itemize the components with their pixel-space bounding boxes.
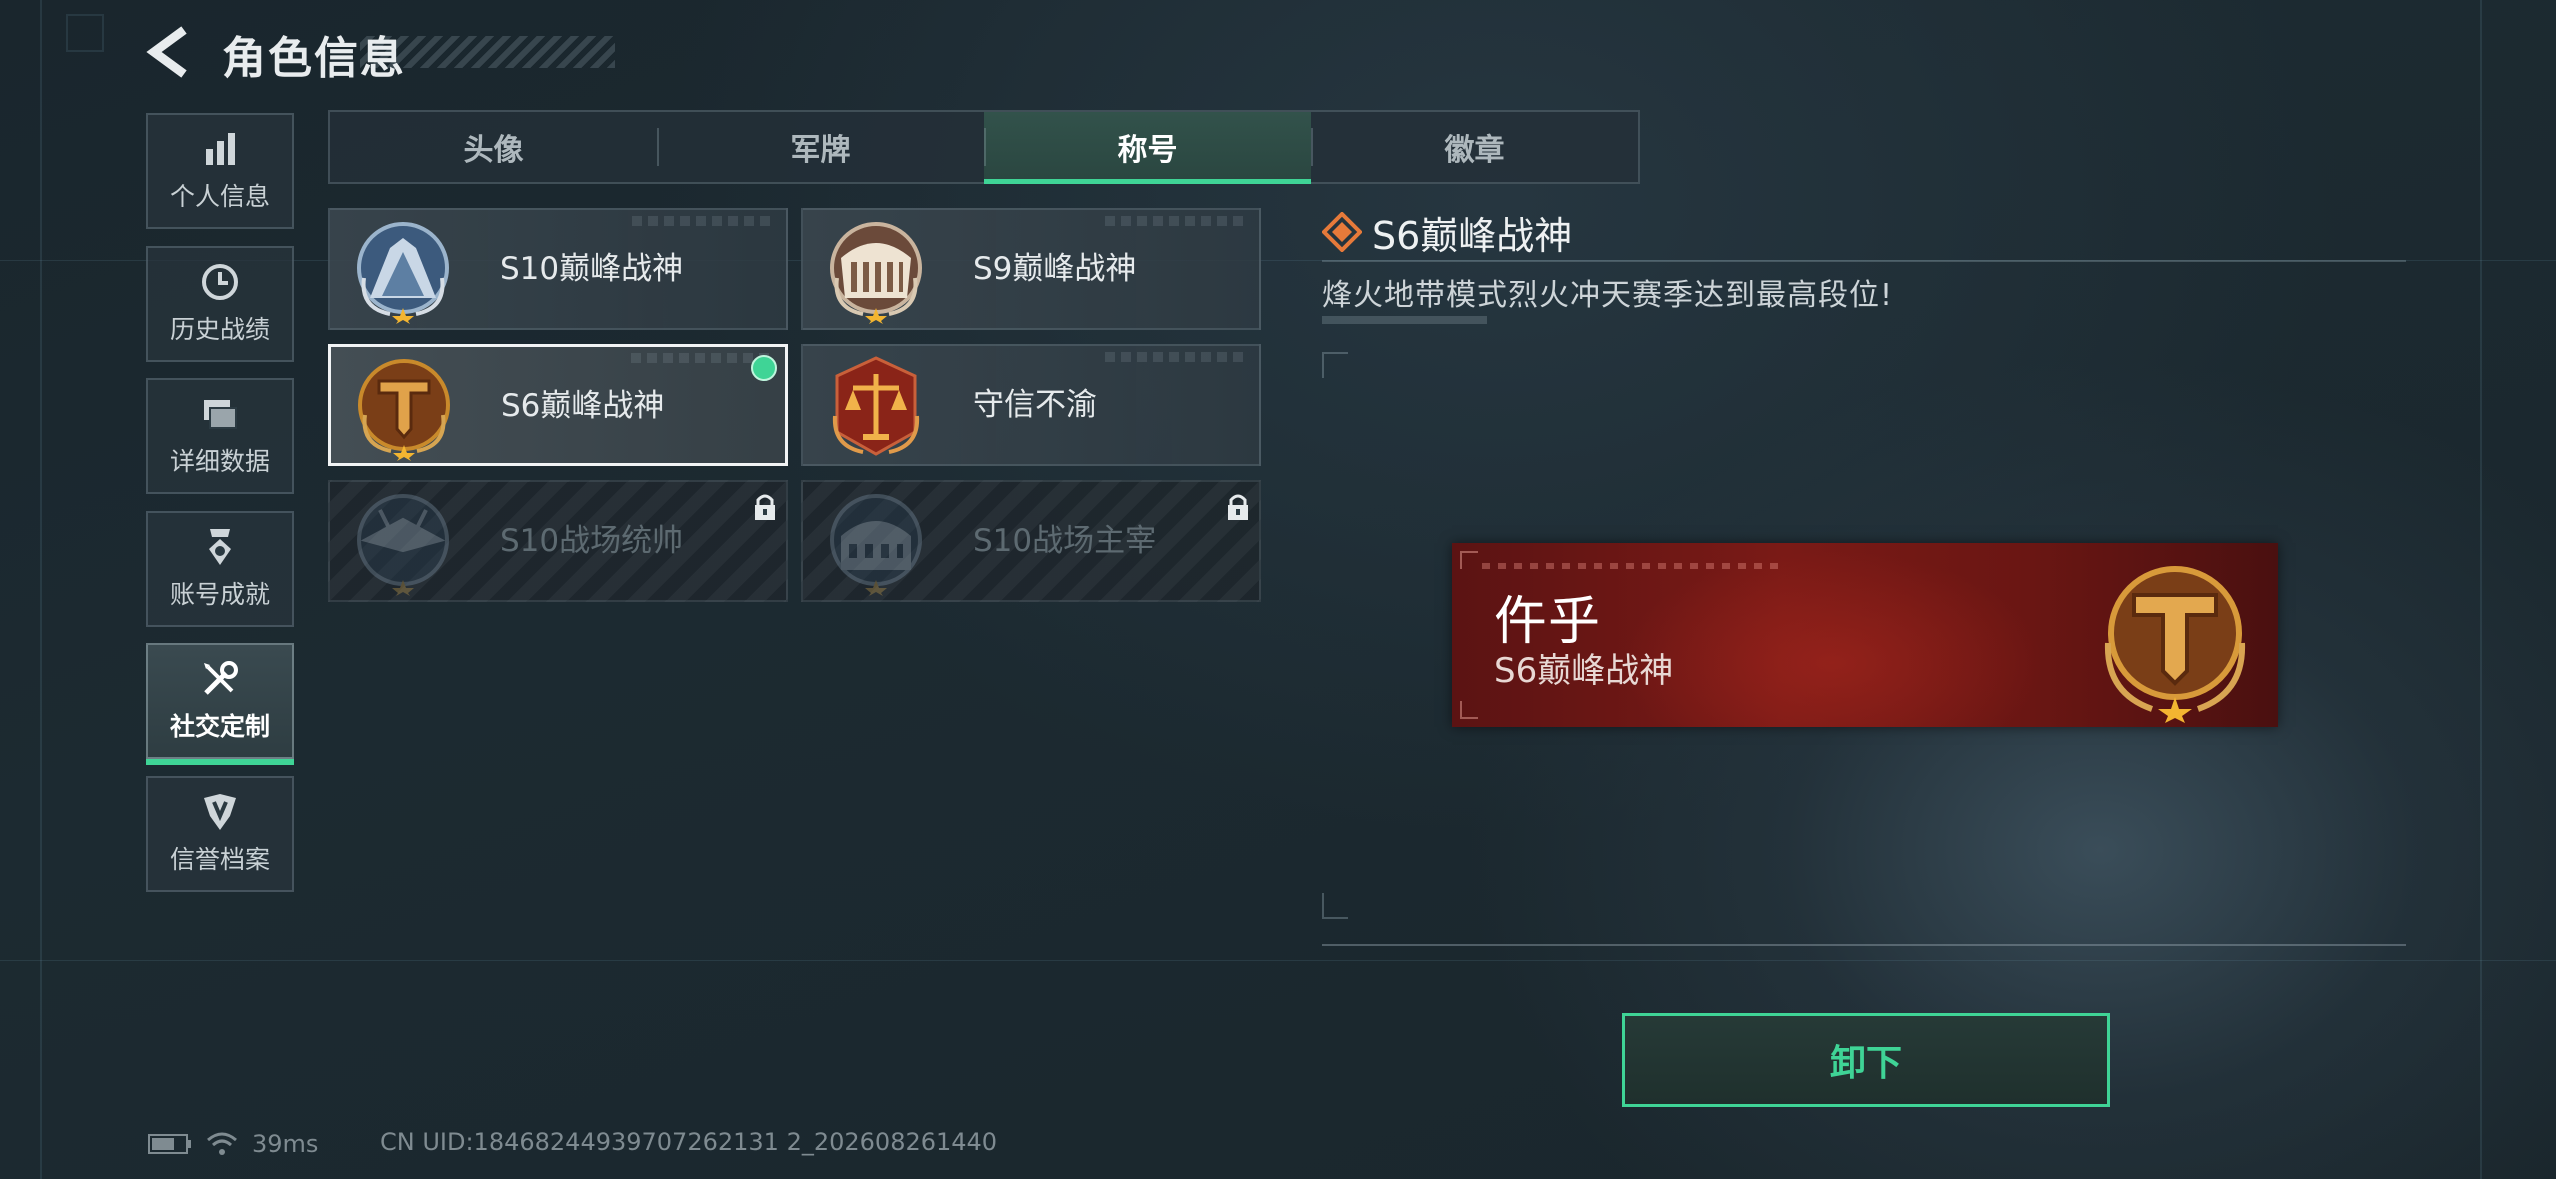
folders-icon [204, 400, 237, 429]
sidebar-item-label: 个人信息 [169, 182, 270, 211]
banner-title: S6巅峰战神 [1494, 651, 1674, 691]
sidebar-item-social-customization[interactable]: 社交定制 [146, 643, 294, 765]
sidebar-item-label: 历史战绩 [169, 315, 270, 344]
title-diamond-icon [1322, 212, 1362, 252]
scales-emblem-icon [832, 356, 920, 456]
ping-value: 39ms [252, 1130, 319, 1158]
banner-bracket [1460, 701, 1478, 719]
chevron-left-icon [146, 26, 187, 78]
title-preview-banner: 仵乎 S6巅峰战神 [1452, 543, 2278, 727]
lock-icon [755, 494, 775, 520]
wifi-icon [207, 1132, 237, 1155]
tools-icon [204, 661, 238, 695]
battery-icon [148, 1134, 191, 1154]
detail-description: 烽火地带模式烈火冲天赛季达到最高段位! [1322, 278, 1894, 313]
title-name: S10战场统帅 [500, 523, 684, 559]
s10-peak-emblem-icon [357, 222, 449, 324]
title-card-locked[interactable]: S10战场统帅 [328, 480, 788, 602]
title-name: 守信不渝 [973, 387, 1097, 423]
s10-commander-emblem-icon [357, 494, 449, 596]
sidebar-item-personal-info[interactable]: 个人信息 [146, 113, 294, 229]
s6-peak-emblem-icon [2104, 566, 2246, 723]
sidebar-item-achievements[interactable]: 账号成就 [146, 511, 294, 627]
title-name: S6巅峰战神 [501, 388, 665, 424]
sidebar-item-label: 详细数据 [169, 447, 270, 476]
title-name: S10战场主宰 [973, 523, 1157, 559]
clock-icon [202, 264, 238, 300]
emblem-icon [204, 794, 236, 830]
frame-bracket [1322, 893, 1348, 919]
page-title: 角色信息 [222, 33, 406, 84]
grid-line [0, 960, 2556, 961]
banner-bracket [1460, 551, 1478, 569]
uid-text: CN UID:18468244939707262131 2_2026082614… [380, 1128, 998, 1156]
tab-dog-tag[interactable]: 军牌 [657, 112, 984, 182]
title-card[interactable]: S10巅峰战神 [328, 208, 788, 330]
title-name: S9巅峰战神 [973, 251, 1137, 287]
grid-line [2480, 0, 2482, 1179]
title-card-selected[interactable]: S6巅峰战神 [328, 344, 788, 466]
frame-bracket [1322, 352, 1348, 378]
sidebar-item-history[interactable]: 历史战绩 [146, 246, 294, 362]
status-bar: 39ms [148, 1130, 318, 1158]
grid-square [66, 14, 104, 52]
title-card[interactable]: 守信不渝 [801, 344, 1261, 466]
bar-chart-icon [206, 133, 235, 165]
category-tabs: 头像 军牌 称号 徽章 [328, 110, 1640, 184]
banner-deco [1482, 563, 1782, 569]
sidebar-item-label: 信誉档案 [169, 845, 270, 874]
tab-title[interactable]: 称号 [984, 112, 1311, 184]
lock-icon [1228, 494, 1248, 520]
tab-badge[interactable]: 徽章 [1311, 112, 1638, 182]
unequip-button[interactable]: 卸下 [1622, 1013, 2110, 1107]
sidebar-item-label: 社交定制 [169, 712, 270, 741]
tab-avatar[interactable]: 头像 [330, 112, 657, 182]
detail-sub-deco [1322, 316, 1487, 324]
title-name: S10巅峰战神 [500, 251, 684, 287]
equipped-indicator [751, 355, 777, 381]
sidebar-item-credit-record[interactable]: 信誉档案 [146, 776, 294, 892]
grid-line [40, 0, 42, 1179]
divider [1322, 944, 2406, 946]
card-deco [1105, 352, 1245, 362]
s9-peak-emblem-icon [830, 222, 922, 324]
detail-title: S6巅峰战神 [1372, 214, 1573, 258]
divider [1322, 260, 2406, 262]
title-card-locked[interactable]: S10战场主宰 [801, 480, 1261, 602]
s6-peak-emblem-icon [358, 359, 450, 461]
s10-overlord-emblem-icon [830, 494, 922, 596]
title-card[interactable]: S9巅峰战神 [801, 208, 1261, 330]
back-button[interactable] [146, 26, 192, 78]
sidebar-item-label: 账号成就 [169, 580, 270, 609]
sidebar-item-detailed-data[interactable]: 详细数据 [146, 378, 294, 494]
medal-icon [209, 529, 231, 565]
